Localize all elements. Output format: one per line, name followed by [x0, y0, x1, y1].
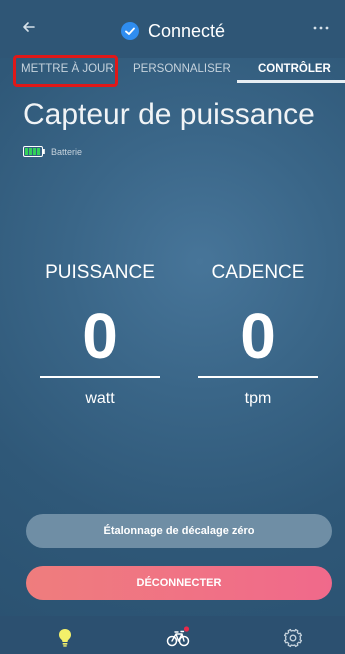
cadence-unit: tpm: [244, 390, 272, 407]
disconnect-button[interactable]: DÉCONNECTER: [26, 566, 332, 600]
cadence-value: 0: [240, 300, 276, 372]
power-label: PUISSANCE: [45, 262, 155, 283]
check-circle-icon: [120, 22, 139, 40]
tab-update[interactable]: METTRE À JOUR: [21, 63, 114, 75]
power-metric: PUISSANCE 0 watt: [40, 262, 160, 408]
connection-status: Connecté: [0, 19, 345, 43]
app-screen: Connecté METTRE À JOUR PERSONNALISER CON…: [0, 0, 345, 654]
battery-status: Batterie: [23, 146, 82, 157]
gear-icon[interactable]: [280, 624, 306, 650]
power-value: 0: [82, 300, 118, 372]
more-dots-icon[interactable]: [311, 18, 331, 38]
battery-label: Batterie: [51, 146, 83, 157]
tab-control[interactable]: CONTRÔLER: [258, 63, 331, 75]
bike-icon[interactable]: [165, 624, 191, 650]
cadence-underline: [198, 376, 318, 378]
power-underline: [40, 376, 160, 378]
cadence-label: CADENCE: [211, 262, 305, 283]
active-tab-indicator: [237, 80, 345, 83]
bottom-nav: [0, 616, 345, 654]
battery-icon: [23, 146, 45, 157]
device-name: Capteur de puissance: [23, 98, 315, 131]
top-bar: Connecté: [0, 0, 345, 58]
bulb-icon[interactable]: [52, 624, 78, 650]
cadence-metric: CADENCE 0 tpm: [198, 262, 318, 408]
page-title: Connecté: [147, 20, 226, 41]
zero-offset-calibration-button[interactable]: Étalonnage de décalage zéro: [26, 514, 332, 548]
power-unit: watt: [85, 390, 115, 407]
tab-customize[interactable]: PERSONNALISER: [133, 63, 231, 75]
bike-badge-icon: [183, 626, 190, 632]
